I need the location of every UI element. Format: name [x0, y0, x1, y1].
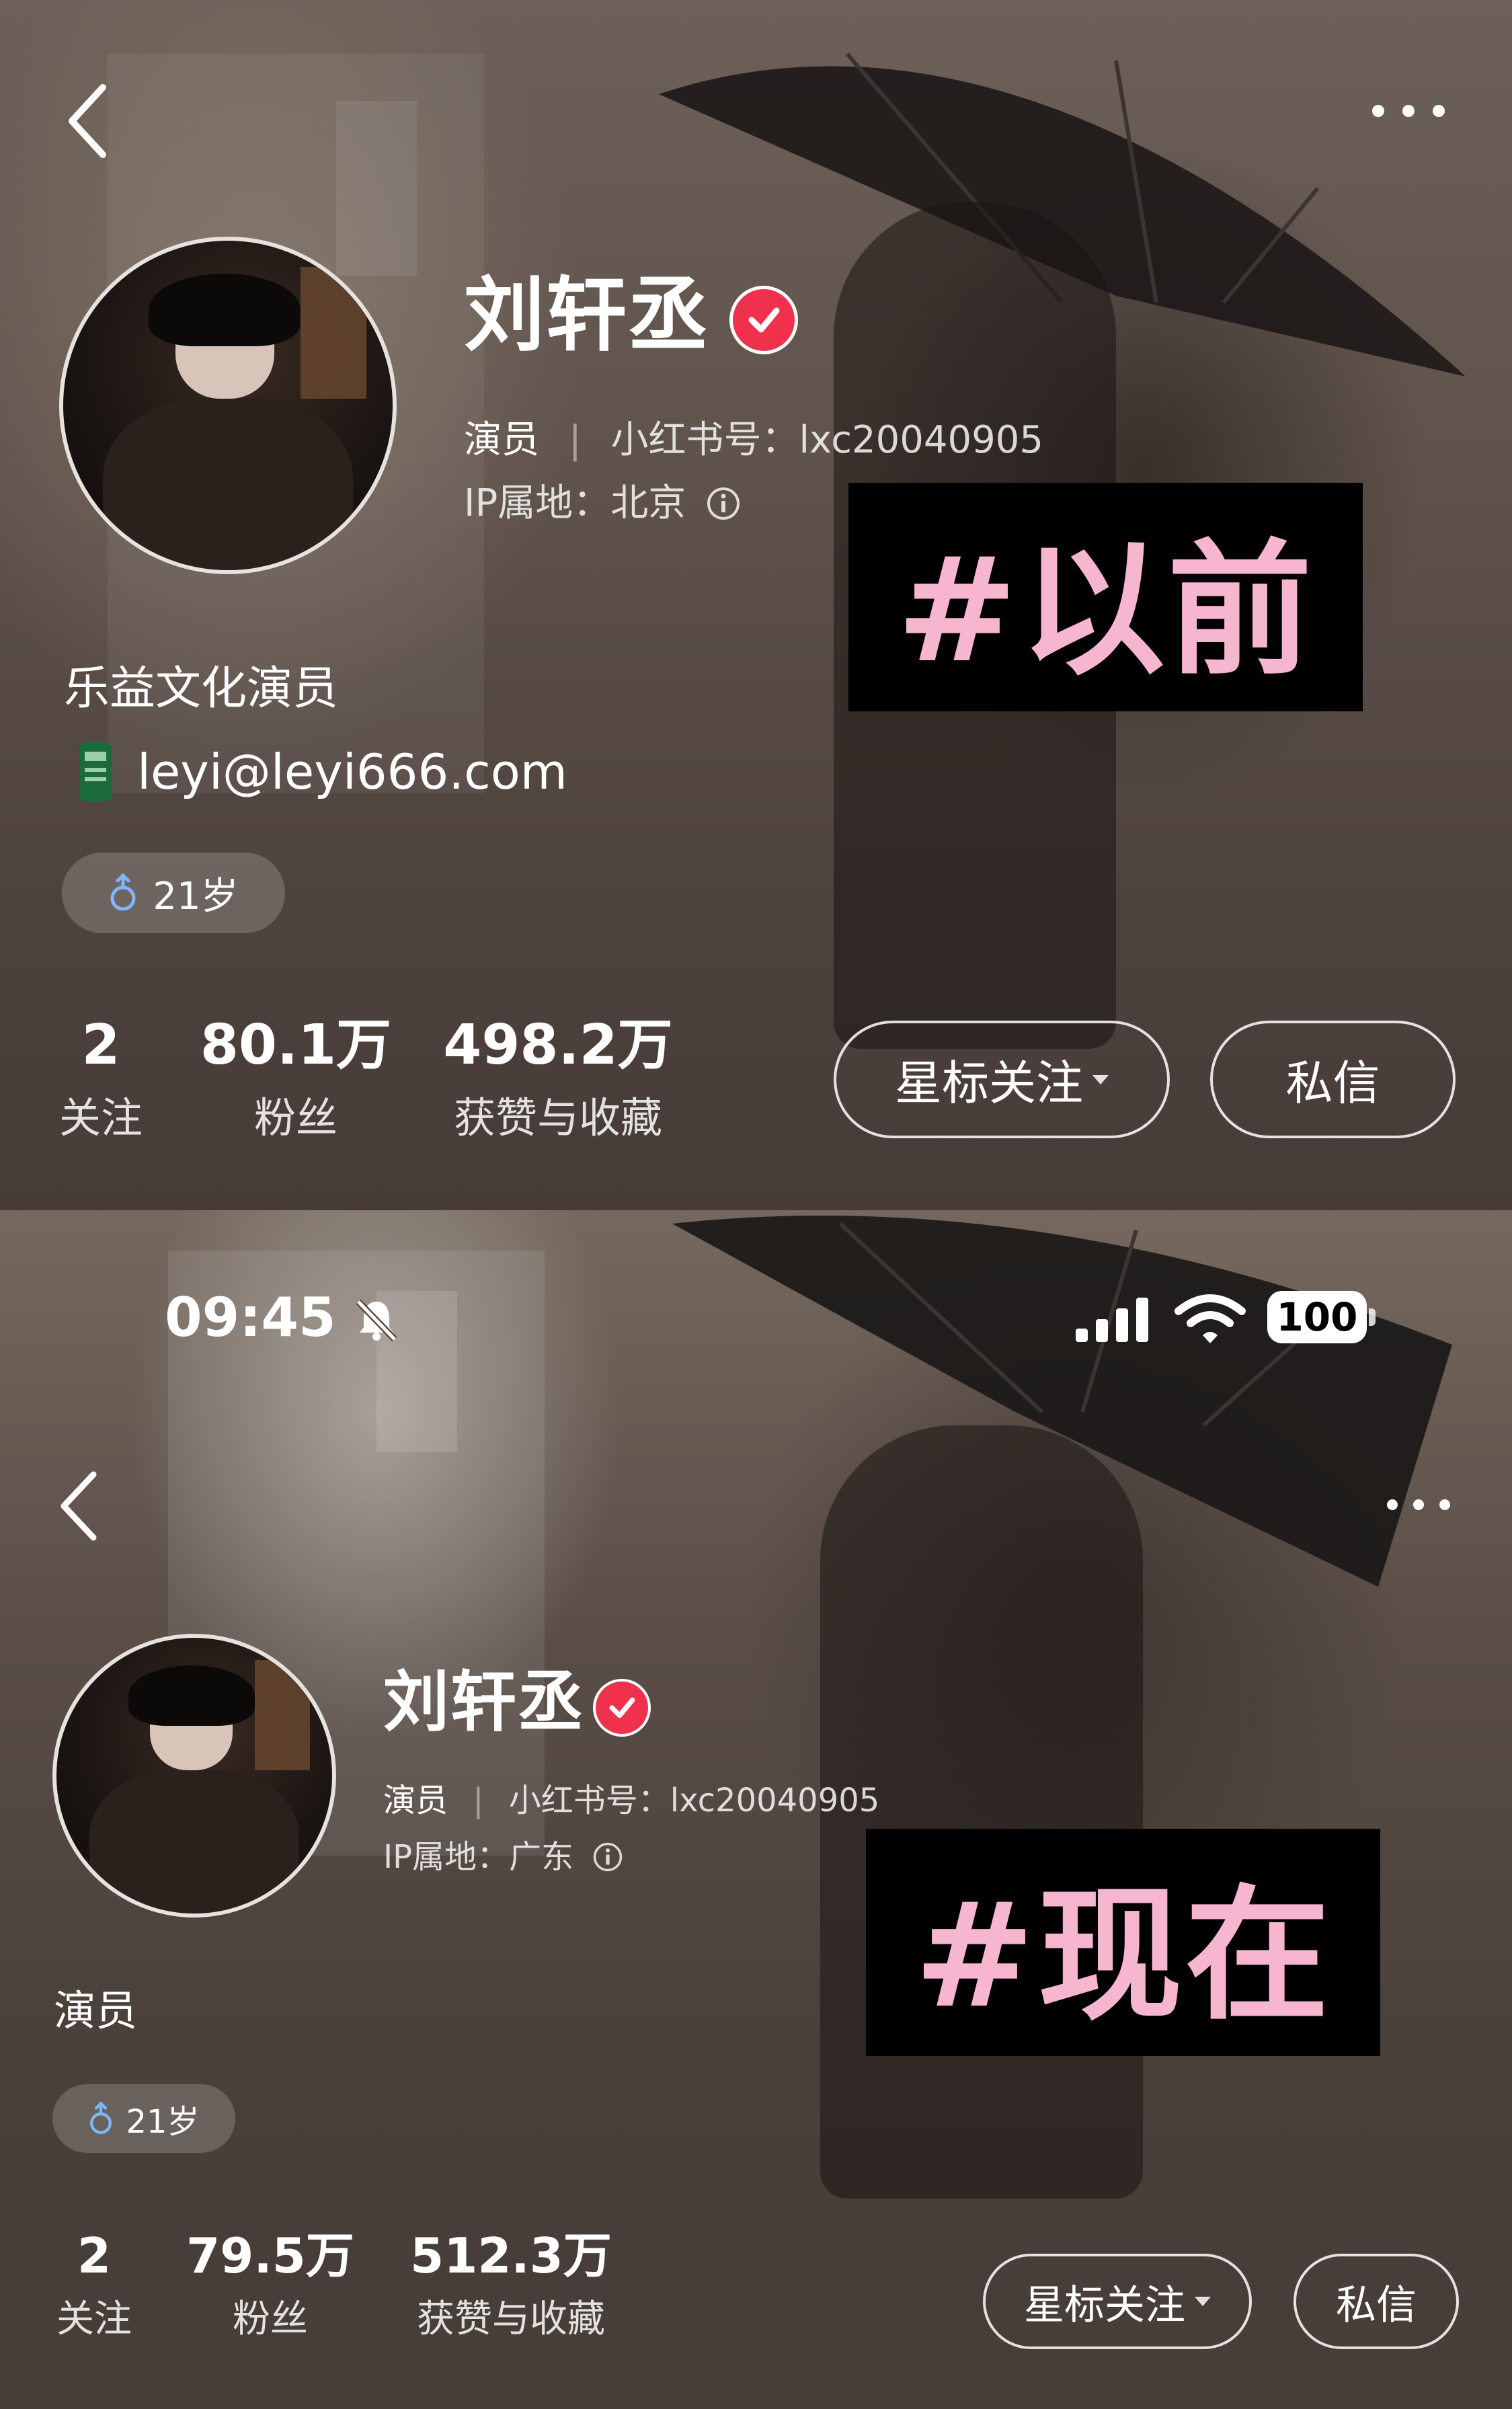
- chevron-left-icon: [69, 84, 106, 158]
- stat-likes-label[interactable]: 获赞与收藏: [430, 1091, 686, 1145]
- profile-meta-line: 演员 | 小红书号：lxc20040905: [383, 1782, 880, 1819]
- chevron-left-icon: [61, 1471, 97, 1541]
- wifi-icon: [1173, 1292, 1247, 1346]
- age-badge: 21岁: [62, 853, 285, 933]
- stat-fans-count[interactable]: 80.1万: [192, 1012, 400, 1079]
- male-icon: [110, 873, 136, 911]
- profile-name: 刘轩丞: [383, 1664, 586, 1741]
- chevron-down-icon: [1195, 2297, 1211, 2306]
- rednote-id-label: 小红书号：: [508, 1782, 670, 1819]
- verified-check-icon: [729, 286, 798, 354]
- rednote-id: lxc20040905: [799, 418, 1044, 462]
- rednote-id-label: 小红书号：: [610, 418, 799, 462]
- message-button[interactable]: 私信: [1294, 2254, 1459, 2349]
- ip-label: IP属地：: [383, 1838, 510, 1876]
- male-icon: [90, 2101, 112, 2134]
- stat-likes-label[interactable]: 获赞与收藏: [390, 2295, 632, 2344]
- star-follow-button[interactable]: 星标关注: [983, 2254, 1252, 2349]
- profile-name: 刘轩丞: [464, 269, 710, 362]
- email-line: leyi@leyi666.com: [74, 740, 567, 804]
- ip-label: IP属地：: [464, 481, 611, 525]
- status-time: 09:45: [165, 1286, 336, 1349]
- bio-text: 乐益文化演员: [64, 662, 339, 715]
- more-dots-icon: [1372, 105, 1445, 117]
- bell-slash-icon: [353, 1296, 400, 1343]
- before-tag-label: #以前: [848, 483, 1363, 711]
- back-button[interactable]: [64, 81, 111, 161]
- after-tag-label: #现在: [866, 1829, 1380, 2056]
- star-follow-label: 星标关注: [895, 1056, 1083, 1111]
- bio-text: 演员: [54, 1986, 138, 2035]
- verified-check-icon: [593, 1679, 651, 1737]
- building-window: [336, 101, 417, 276]
- age-text: 21岁: [126, 2103, 200, 2141]
- more-dots-icon: [1387, 1499, 1450, 1510]
- profile-role: 演员: [464, 418, 539, 462]
- battery-level: 100: [1276, 1294, 1358, 1340]
- stat-fans-count[interactable]: 79.5万: [176, 2225, 364, 2286]
- avatar[interactable]: [52, 1634, 336, 1918]
- stat-fans-label[interactable]: 粉丝: [176, 2295, 364, 2344]
- age-badge: 21岁: [52, 2084, 235, 2153]
- stat-following-label[interactable]: 关注: [34, 2295, 155, 2344]
- message-button[interactable]: 私信: [1210, 1021, 1456, 1138]
- battery-icon: 100: [1267, 1291, 1367, 1343]
- info-icon[interactable]: [706, 486, 741, 521]
- stat-fans-label[interactable]: 粉丝: [192, 1091, 400, 1145]
- ip-location-line: IP属地： 北京: [464, 480, 741, 527]
- star-follow-button[interactable]: 星标关注: [834, 1021, 1170, 1138]
- back-button[interactable]: [57, 1469, 100, 1543]
- info-icon[interactable]: [592, 1842, 623, 1872]
- stat-following-label[interactable]: 关注: [40, 1091, 161, 1145]
- email-text[interactable]: leyi@leyi666.com: [137, 740, 567, 804]
- age-text: 21岁: [153, 874, 239, 918]
- avatar[interactable]: [59, 237, 397, 574]
- battery-tip: [1369, 1308, 1376, 1326]
- message-label: 私信: [1285, 1056, 1380, 1111]
- profile-meta-line: 演员 | 小红书号：lxc20040905: [464, 418, 1044, 462]
- rednote-id: lxc20040905: [670, 1782, 880, 1819]
- star-follow-label: 星标关注: [1024, 2281, 1185, 2329]
- ip-location: 北京: [610, 481, 686, 525]
- more-button[interactable]: [1384, 1496, 1454, 1513]
- ip-location: 广东: [509, 1838, 574, 1876]
- profile-role: 演员: [383, 1782, 448, 1819]
- more-button[interactable]: [1368, 101, 1449, 121]
- stat-likes-count[interactable]: 498.2万: [430, 1012, 686, 1079]
- chevron-down-icon: [1092, 1074, 1109, 1084]
- email-badge-icon: [79, 742, 112, 801]
- ip-location-line: IP属地： 广东: [383, 1837, 623, 1877]
- after-profile-screen: 09:45 100 刘轩丞 演员 | 小红书号：lxc20040905 IP属地…: [0, 1210, 1512, 2409]
- signal-bars-icon: [1074, 1296, 1150, 1343]
- message-label: 私信: [1336, 2281, 1417, 2329]
- stat-likes-count[interactable]: 512.3万: [390, 2225, 632, 2286]
- stat-following-count[interactable]: 2: [34, 2225, 155, 2286]
- before-profile-screen: 刘轩丞 演员 | 小红书号：lxc20040905 IP属地： 北京 #以前 乐…: [0, 0, 1512, 1210]
- stat-following-count[interactable]: 2: [40, 1012, 161, 1079]
